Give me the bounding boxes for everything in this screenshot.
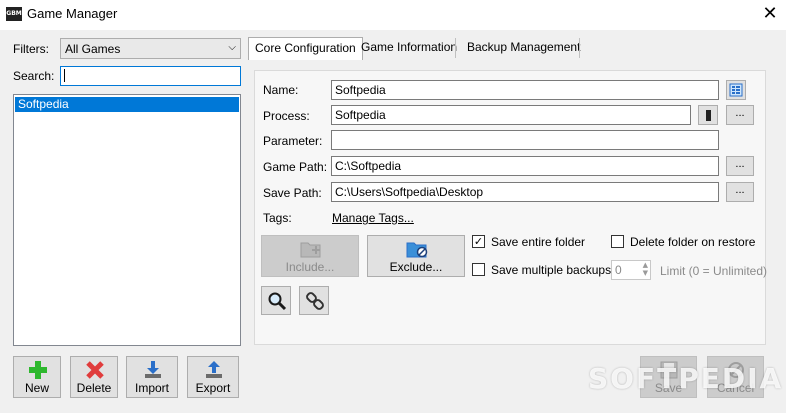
list-item[interactable]: Softpedia (15, 97, 239, 112)
save-multiple-backups-label: Save multiple backups (491, 263, 612, 277)
export-button[interactable]: Export (187, 356, 239, 398)
include-button[interactable]: Include... (261, 235, 359, 277)
parameter-input[interactable] (331, 130, 719, 150)
name-input[interactable]: Softpedia (331, 80, 719, 100)
list-grid-icon (729, 83, 743, 97)
chevron-down-icon: ⌵ (228, 42, 236, 53)
save-path-browse-button[interactable]: ... (726, 182, 754, 202)
process-browse-button[interactable]: ... (726, 105, 754, 125)
parameter-label: Parameter: (263, 134, 323, 148)
export-upload-icon (206, 361, 222, 378)
exclude-button-label: Exclude... (389, 260, 443, 274)
save-path-input[interactable]: C:\Users\Softpedia\Desktop (331, 182, 719, 202)
new-button-label: New (24, 381, 49, 395)
exe-icon (706, 110, 711, 121)
game-path-label: Game Path: (263, 160, 328, 174)
delete-button[interactable]: Delete (70, 356, 118, 398)
softpedia-watermark: SOFTPEDIA (588, 362, 784, 395)
folder-exclude-icon (406, 242, 428, 258)
magnifier-icon (268, 292, 287, 311)
chain-link-icon (306, 292, 324, 310)
game-list-lookup-button[interactable] (726, 80, 746, 100)
tab-separator (579, 38, 580, 58)
import-button-label: Import (134, 381, 169, 395)
filters-selected-value: All Games (65, 42, 121, 56)
limit-label: Limit (0 = Unlimited) (660, 264, 768, 278)
close-icon[interactable]: ✕ (756, 2, 784, 26)
tags-label: Tags: (263, 211, 292, 225)
save-entire-folder-checkbox[interactable]: ✓ (472, 235, 485, 248)
spin-arrows-icon: ▲ ▼ (642, 261, 648, 277)
include-button-label: Include... (285, 260, 335, 274)
delete-folder-on-restore-checkbox[interactable] (611, 235, 624, 248)
delete-button-label: Delete (76, 381, 112, 395)
tab-game-information[interactable]: Game Information (355, 37, 463, 59)
text-caret (64, 69, 65, 82)
filters-dropdown[interactable]: All Games ⌵ (60, 38, 241, 59)
filters-label: Filters: (13, 42, 49, 56)
search-label: Search: (13, 69, 55, 83)
new-button[interactable]: New (13, 356, 61, 398)
import-download-icon (145, 361, 161, 378)
process-pick-button[interactable] (698, 105, 718, 125)
manage-tags-link[interactable]: Manage Tags... (332, 211, 414, 225)
delete-x-icon (86, 361, 104, 379)
name-label: Name: (263, 83, 299, 97)
delete-folder-on-restore-label: Delete folder on restore (630, 235, 756, 249)
save-multiple-backups-checkbox[interactable] (472, 263, 485, 276)
export-button-label: Export (195, 381, 231, 395)
link-games-button[interactable] (299, 286, 329, 315)
title-bar (0, 0, 786, 30)
import-button[interactable]: Import (126, 356, 178, 398)
process-input[interactable]: Softpedia (331, 105, 691, 125)
save-path-label: Save Path: (263, 186, 322, 200)
tab-separator (455, 38, 456, 58)
game-path-input[interactable]: C:\Softpedia (331, 156, 719, 176)
search-input[interactable] (60, 66, 241, 86)
tab-backup-management[interactable]: Backup Management (461, 37, 586, 59)
tab-core-configuration[interactable]: Core Configuration (248, 37, 363, 60)
plus-icon (29, 361, 47, 379)
backup-limit-value: 0 (615, 263, 622, 277)
save-entire-folder-label: Save entire folder (491, 235, 586, 249)
process-label: Process: (263, 109, 310, 123)
backup-limit-stepper[interactable]: 0 ▲ ▼ (611, 260, 651, 280)
game-list[interactable]: Softpedia (13, 94, 241, 346)
search-paths-button[interactable] (261, 286, 291, 315)
exclude-button[interactable]: Exclude... (367, 235, 465, 277)
folder-add-icon (300, 242, 321, 258)
game-path-browse-button[interactable]: ... (726, 156, 754, 176)
app-icon: GBM (6, 7, 22, 21)
window-title: Game Manager (27, 6, 118, 21)
